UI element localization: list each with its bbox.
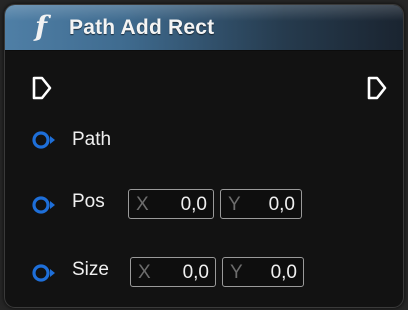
size-y-value: 0,0 [270, 262, 297, 283]
size-pin-label: Size [72, 259, 109, 280]
node-header[interactable]: f Path Add Rect [5, 5, 403, 51]
exec-input-pin-icon[interactable] [31, 75, 53, 101]
size-x-field[interactable]: X 0,0 [130, 257, 216, 287]
exec-output-pin-icon[interactable] [366, 75, 388, 101]
path-add-rect-node[interactable]: f Path Add Rect Path Pos X 0,0 Y 0,0 Siz… [4, 4, 404, 308]
size-y-field[interactable]: Y 0,0 [222, 257, 304, 287]
function-icon: f [35, 10, 48, 43]
size-pin-icon[interactable] [31, 262, 57, 284]
size-x-value: 0,0 [182, 262, 209, 283]
pos-x-field[interactable]: X 0,0 [128, 189, 214, 219]
pos-y-field[interactable]: Y 0,0 [220, 189, 302, 219]
pos-x-value: 0,0 [180, 194, 207, 215]
node-title: Path Add Rect [69, 16, 215, 39]
size-x-axis-label: X [138, 262, 151, 283]
pos-pin-icon[interactable] [31, 194, 57, 216]
size-y-axis-label: Y [230, 262, 243, 283]
path-pin-icon[interactable] [31, 129, 57, 151]
pos-pin-label: Pos [72, 191, 105, 212]
pos-x-axis-label: X [136, 194, 149, 215]
pos-y-value: 0,0 [268, 194, 295, 215]
path-pin-label: Path [72, 129, 112, 150]
pos-y-axis-label: Y [228, 194, 241, 215]
